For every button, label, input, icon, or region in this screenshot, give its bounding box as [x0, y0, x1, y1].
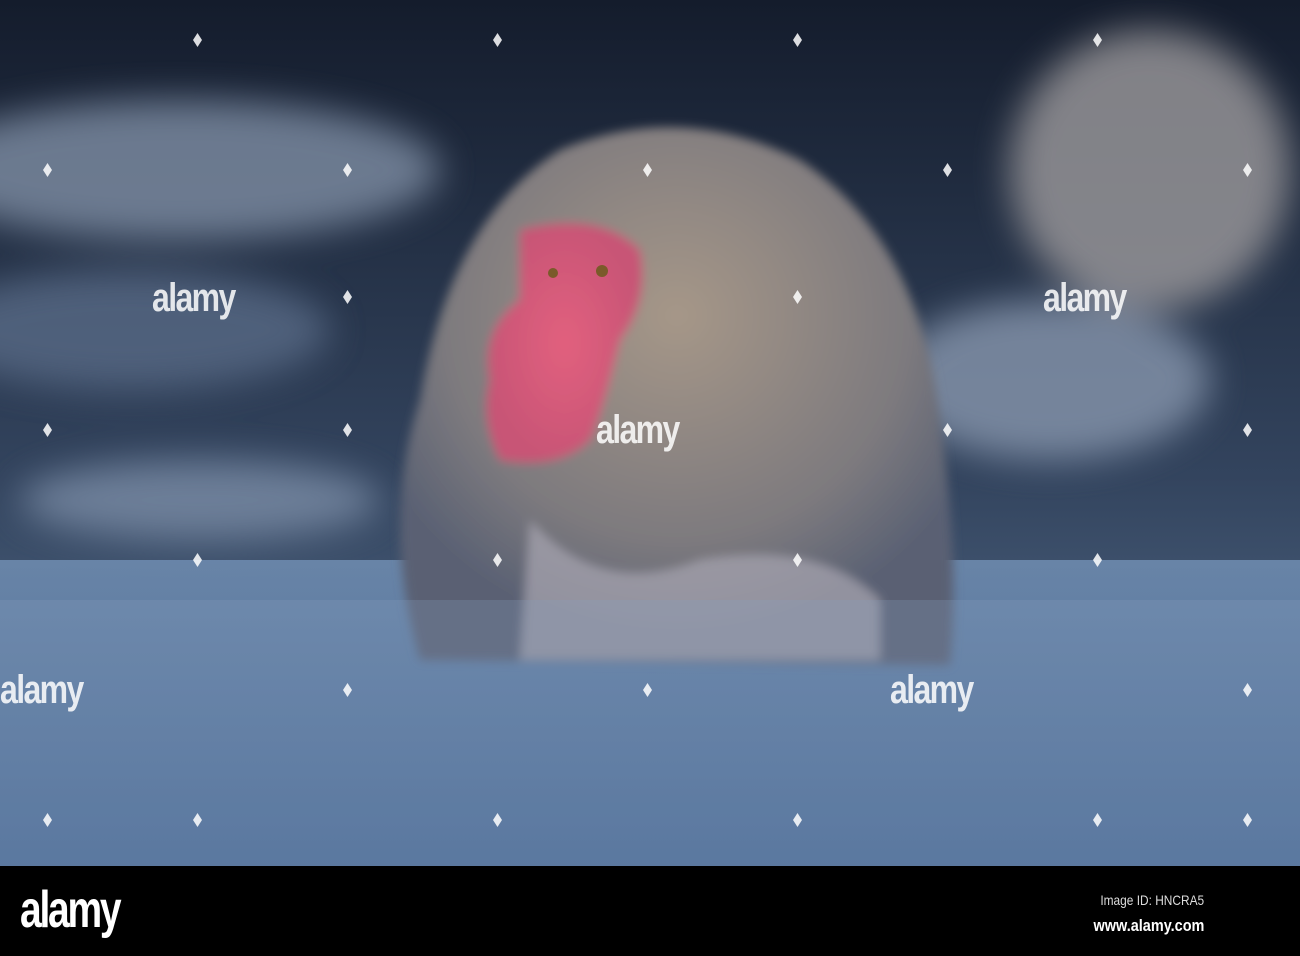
image-id: Image ID: HNCRA5: [1100, 892, 1204, 908]
alamy-logo: alamy: [20, 881, 122, 939]
watermark-text: alamy: [1043, 276, 1127, 320]
watermark-text: alamy: [596, 408, 680, 452]
watermark-text: alamy: [890, 668, 974, 712]
watermark-text: alamy: [152, 276, 236, 320]
stock-photo: alamy alamy alamy alamy alamy: [0, 0, 1300, 866]
footer-bar: alamy Image ID: HNCRA5 www.alamy.com: [0, 866, 1300, 956]
website-url: www.alamy.com: [1093, 916, 1204, 935]
watermark-text: alamy: [0, 668, 84, 712]
